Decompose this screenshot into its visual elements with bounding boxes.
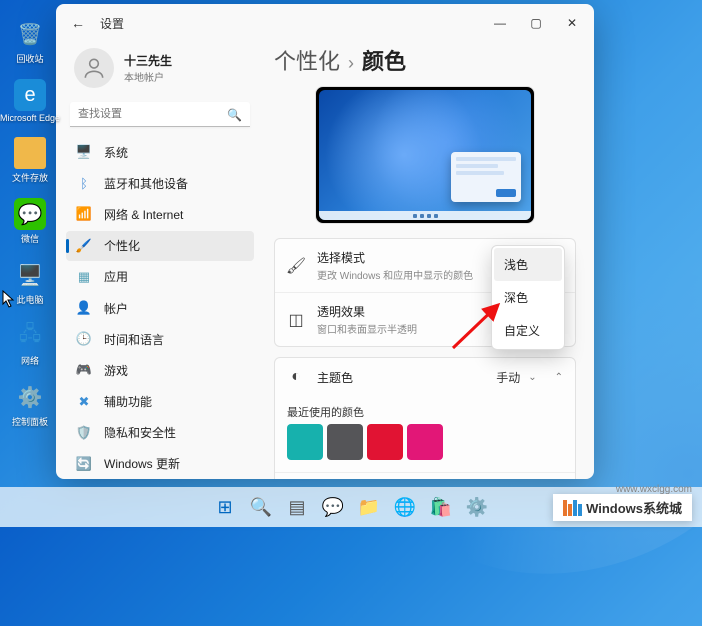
network-icon: 🖧	[14, 320, 46, 352]
palette-icon: ◐	[287, 368, 305, 386]
taskbar-settings[interactable]: ⚙️	[461, 491, 493, 523]
color-swatch-3[interactable]	[407, 424, 443, 460]
desktop-icon-recycle-bin[interactable]: 🗑️回收站	[8, 18, 52, 65]
nav-label: Windows 更新	[104, 455, 180, 472]
desktop-icon-this-pc[interactable]: 🖥️此电脑	[8, 259, 52, 306]
nav-icon: ▦	[76, 269, 92, 285]
nav-label: 游戏	[104, 362, 128, 379]
nav-icon: 🎮	[76, 362, 92, 378]
nav-item-6[interactable]: 🕒 时间和语言	[66, 324, 254, 354]
nav-icon: 🔄	[76, 456, 92, 472]
nav-label: 帐户	[104, 300, 128, 317]
trash-icon: 🗑️	[14, 18, 46, 50]
search-input[interactable]	[70, 102, 250, 127]
nav-item-1[interactable]: ᛒ 蓝牙和其他设备	[66, 168, 254, 198]
wechat-icon: 💬	[14, 198, 46, 230]
desktop-icon-network[interactable]: 🖧网络	[8, 320, 52, 367]
folder-icon	[14, 137, 46, 169]
sidebar: 十三先生 本地帐户 🔍 🖥️ 系统 ᛒ 蓝牙和其他设备 📶 网络 & Internet 🖌️…	[56, 42, 264, 479]
chevron-up-icon: ⌃	[555, 372, 563, 383]
nav-label: 隐私和安全性	[104, 424, 176, 441]
taskbar-start[interactable]: ⊞	[209, 491, 241, 523]
nav-item-10[interactable]: 🔄 Windows 更新	[66, 449, 254, 479]
recent-colors	[275, 424, 575, 472]
breadcrumb-current: 颜色	[362, 44, 406, 76]
nav-item-4[interactable]: ▦ 应用	[66, 262, 254, 292]
recent-colors-label: 最近使用的颜色	[275, 396, 575, 424]
chevron-down-icon: ⌄	[528, 372, 536, 383]
minimize-button[interactable]: —	[482, 8, 518, 38]
nav-label: 应用	[104, 268, 128, 285]
taskbar-explorer[interactable]: 📁	[353, 491, 385, 523]
color-swatch-2[interactable]	[367, 424, 403, 460]
watermark-logo-icon	[563, 500, 582, 516]
setting-accent-color[interactable]: ◐ 主题色 手动⌄ ⌃	[275, 358, 575, 396]
nav-label: 蓝牙和其他设备	[104, 175, 188, 192]
settings-window: ← 设置 — ▢ ✕ 十三先生 本地帐户 �	[56, 4, 594, 479]
nav-icon: 🖥️	[76, 144, 92, 160]
mode-option-dark[interactable]: 深色	[494, 281, 562, 314]
watermark: Windows系统城	[553, 494, 692, 521]
control-panel-icon: ⚙️	[14, 381, 46, 413]
windows-colors-label: Windows 颜色	[275, 472, 575, 479]
desktop-icon-wechat[interactable]: 💬微信	[8, 198, 52, 245]
user-type: 本地帐户	[124, 69, 172, 84]
color-swatch-0[interactable]	[287, 424, 323, 460]
window-title: 设置	[100, 15, 124, 32]
taskbar-chat[interactable]: 💬	[317, 491, 349, 523]
brush-icon: 🖌	[287, 257, 305, 275]
taskbar-store[interactable]: 🛍️	[425, 491, 457, 523]
nav-label: 时间和语言	[104, 331, 164, 348]
chevron-right-icon: ›	[348, 53, 354, 74]
color-swatch-1[interactable]	[327, 424, 363, 460]
nav-item-3[interactable]: 🖌️ 个性化	[66, 231, 254, 261]
main-content: 个性化 › 颜色 🖌	[264, 42, 594, 479]
nav-icon: 👤	[76, 300, 92, 316]
search-icon: 🔍	[227, 108, 242, 122]
nav-icon: 🛡️	[76, 425, 92, 441]
close-button[interactable]: ✕	[554, 8, 590, 38]
nav-label: 个性化	[104, 237, 140, 254]
maximize-button[interactable]: ▢	[518, 8, 554, 38]
taskbar-edge[interactable]: 🌐	[389, 491, 421, 523]
breadcrumb-parent[interactable]: 个性化	[274, 44, 340, 76]
desktop-icon-files[interactable]: 文件存放	[8, 137, 52, 184]
nav-icon: 🖌️	[76, 238, 92, 254]
titlebar: ← 设置 — ▢ ✕	[56, 4, 594, 42]
mode-option-custom[interactable]: 自定义	[494, 314, 562, 347]
nav-label: 辅助功能	[104, 393, 152, 410]
accent-dropdown[interactable]: 手动⌄ ⌃	[493, 369, 563, 386]
breadcrumb: 个性化 › 颜色	[274, 44, 576, 76]
nav-item-9[interactable]: 🛡️ 隐私和安全性	[66, 418, 254, 448]
nav-list: 🖥️ 系统 ᛒ 蓝牙和其他设备 📶 网络 & Internet 🖌️ 个性化 ▦ 应用 👤 帐户 🕒 时间…	[66, 137, 254, 479]
nav-item-8[interactable]: ✖ 辅助功能	[66, 387, 254, 417]
desktop-icons: 🗑️回收站 eMicrosoft Edge 文件存放 💬微信 🖥️此电脑 🖧网络…	[8, 18, 52, 428]
monitor-icon: 🖥️	[14, 259, 46, 291]
user-name: 十三先生	[124, 52, 172, 69]
user-account[interactable]: 十三先生 本地帐户	[66, 42, 254, 98]
nav-item-5[interactable]: 👤 帐户	[66, 293, 254, 323]
theme-preview	[315, 86, 535, 224]
back-button[interactable]: ←	[60, 8, 96, 38]
nav-label: 网络 & Internet	[104, 206, 183, 223]
transparency-icon: ◫	[287, 311, 305, 329]
edge-icon: e	[14, 79, 46, 111]
preview-window-icon	[451, 152, 521, 202]
nav-icon: 🕒	[76, 331, 92, 347]
nav-label: 系统	[104, 144, 128, 161]
mode-dropdown-menu: 浅色 深色 自定义	[491, 245, 565, 350]
taskbar-taskview[interactable]: ▤	[281, 491, 313, 523]
taskbar-search[interactable]: 🔍	[245, 491, 277, 523]
nav-item-0[interactable]: 🖥️ 系统	[66, 137, 254, 167]
desktop-icon-control-panel[interactable]: ⚙️控制面板	[8, 381, 52, 428]
avatar-icon	[74, 48, 114, 88]
mode-option-light[interactable]: 浅色	[494, 248, 562, 281]
nav-item-7[interactable]: 🎮 游戏	[66, 355, 254, 385]
nav-icon: 📶	[76, 206, 92, 222]
nav-item-2[interactable]: 📶 网络 & Internet	[66, 199, 254, 229]
nav-icon: ᛒ	[76, 175, 92, 191]
desktop-icon-edge[interactable]: eMicrosoft Edge	[8, 79, 52, 123]
nav-icon: ✖	[76, 394, 92, 410]
